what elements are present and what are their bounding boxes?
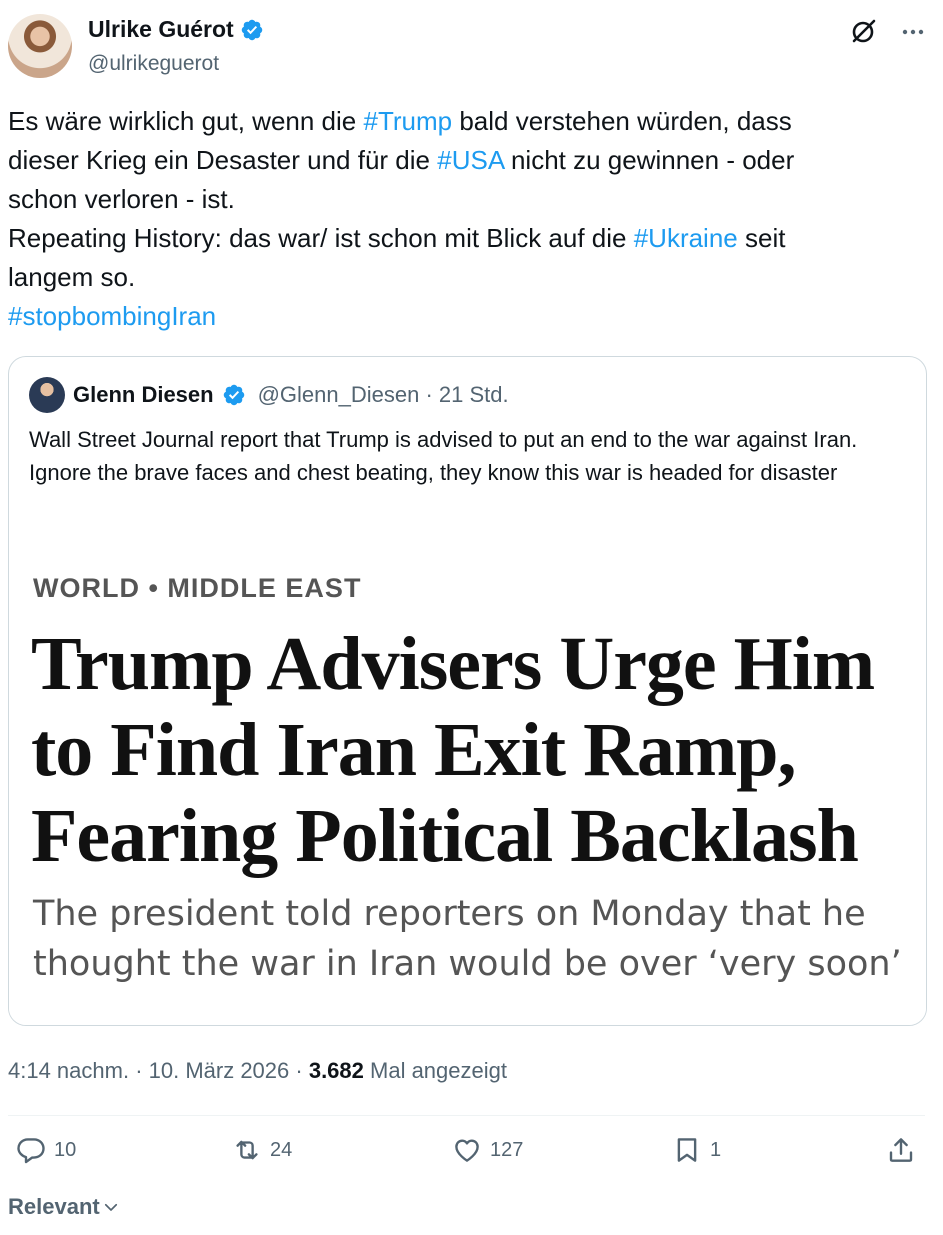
bookmark-icon [677, 1138, 697, 1162]
retweet-count: 24 [270, 1138, 293, 1161]
hashtag-link[interactable]: #Ukraine [634, 223, 738, 253]
share-button[interactable] [886, 1135, 916, 1165]
reply-button[interactable]: 10 [16, 1135, 76, 1165]
tweet-text: Es wäre wirklich gut, wenn die #Trump ba… [8, 102, 908, 336]
hashtag-link[interactable]: #Trump [363, 106, 452, 136]
quoted-tweet-header: Glenn Diesen @Glenn_Diesen · 21 Std. [29, 377, 509, 413]
divider [8, 1115, 925, 1116]
verified-badge-icon [223, 384, 244, 406]
reply-icon [17, 1138, 45, 1164]
retweet-icon [236, 1140, 258, 1160]
article-headline: Trump Advisers Urge Him to Find Iran Exi… [31, 622, 875, 878]
verified-badge-icon [241, 19, 262, 40]
sort-label: Relevant [8, 1194, 100, 1219]
hashtag-link[interactable]: #stopbombingIran [8, 301, 216, 331]
quoted-author-name: Glenn Diesen [73, 382, 214, 407]
author-handle[interactable]: @ulrikeguerot [88, 52, 219, 76]
share-icon [889, 1138, 913, 1162]
quoted-author-avatar [29, 377, 65, 413]
chevron-down-icon [104, 1203, 117, 1211]
article-subhead: The president told reporters on Monday t… [33, 894, 902, 984]
like-count: 127 [490, 1138, 524, 1161]
tweet-timestamp[interactable]: 4:14 nachm. · 10. März 2026 · [8, 1058, 309, 1083]
top-icons [849, 18, 927, 46]
tweet-header: Ulrike Guérot @ulrikeguerot [0, 0, 943, 90]
like-button[interactable]: 127 [452, 1135, 523, 1165]
author-name[interactable]: Ulrike Guérot [88, 16, 234, 43]
heart-icon [455, 1139, 479, 1162]
view-count-label: Mal angezeigt [363, 1058, 507, 1083]
author-avatar[interactable] [8, 14, 72, 78]
article-kicker: WORLD • MIDDLE EAST [33, 573, 362, 603]
action-bar: 10 24 127 1 [0, 1135, 943, 1179]
sort-replies-dropdown[interactable]: Relevant [8, 1194, 120, 1220]
quoted-author-handle: @Glenn_Diesen · 21 Std. [257, 382, 509, 407]
quoted-tweet-image[interactable]: WORLD • MIDDLE EAST Trump Advisers Urge … [9, 537, 926, 1025]
view-count: 3.682 [308, 1058, 364, 1083]
hashtag-link[interactable]: #USA [437, 145, 504, 175]
retweet-button[interactable]: 24 [232, 1135, 292, 1165]
bookmark-count: 1 [710, 1138, 722, 1161]
quoted-tweet-text: Wall Street Journal report that Trump is… [29, 427, 858, 485]
author-name-row: Ulrike Guérot [88, 16, 264, 43]
tweet-meta: 4:14 nachm. · 10. März 2026 · 3.682 Mal … [8, 1058, 507, 1084]
bookmark-button[interactable]: 1 [672, 1135, 721, 1165]
reply-count: 10 [54, 1138, 77, 1161]
grok-icon[interactable] [849, 18, 877, 46]
more-icon[interactable] [899, 18, 927, 46]
tweet-text-segment: Es wäre wirklich gut, wenn die [8, 106, 364, 136]
quoted-tweet[interactable]: Glenn Diesen @Glenn_Diesen · 21 Std. Wal… [8, 356, 927, 1026]
